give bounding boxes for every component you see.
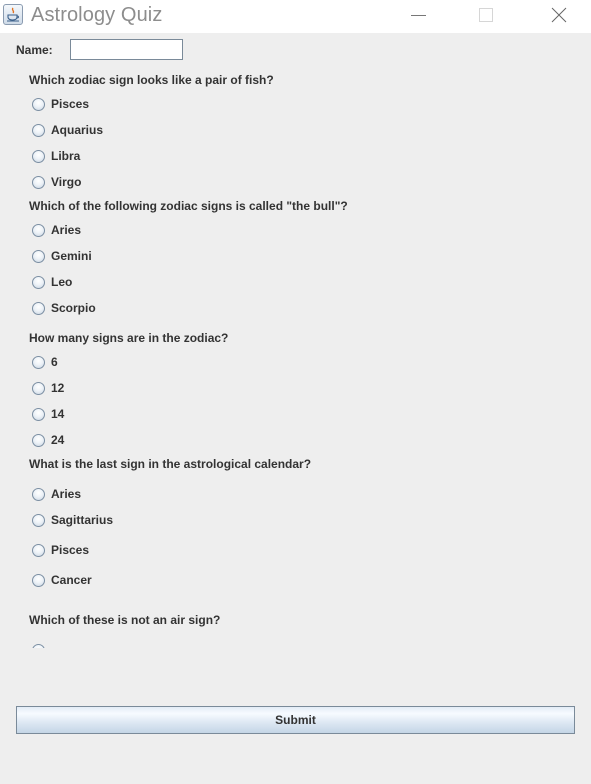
question-3-text: How many signs are in the zodiac?: [29, 331, 229, 345]
radio-button[interactable]: [32, 223, 45, 237]
q3-option-4[interactable]: 24: [32, 430, 64, 450]
radio-button[interactable]: [32, 97, 45, 111]
question-5-text: Which of these is not an air sign?: [29, 613, 221, 627]
radio-button[interactable]: [32, 123, 45, 137]
name-input[interactable]: [70, 39, 183, 60]
radio-button[interactable]: [32, 249, 45, 263]
radio-button[interactable]: [32, 149, 45, 163]
radio-button[interactable]: [32, 355, 45, 369]
window-title: Astrology Quiz: [31, 4, 163, 26]
q2-option-2[interactable]: Gemini: [32, 246, 92, 266]
radio-button[interactable]: [32, 381, 45, 395]
radio-button[interactable]: [32, 543, 45, 557]
q3-option-2[interactable]: 12: [32, 378, 64, 398]
radio-button[interactable]: [32, 407, 45, 421]
q1-option-4[interactable]: Virgo: [32, 172, 81, 192]
name-label: Name:: [16, 43, 53, 57]
q2-option-3[interactable]: Leo: [32, 272, 72, 292]
q4-option-3[interactable]: Pisces: [32, 540, 89, 560]
questions-panel: Which zodiac sign looks like a pair of f…: [0, 66, 591, 648]
q2-option-4[interactable]: Scorpio: [32, 298, 96, 318]
submit-button[interactable]: Submit: [16, 706, 575, 734]
minimize-button[interactable]: [396, 0, 442, 32]
q5-option-1[interactable]: [32, 640, 51, 648]
minimize-icon: [411, 15, 426, 16]
close-icon: [551, 7, 567, 23]
title-bar: Astrology Quiz: [0, 0, 591, 33]
close-button[interactable]: [536, 0, 582, 32]
question-1-text: Which zodiac sign looks like a pair of f…: [29, 73, 274, 87]
question-2-text: Which of the following zodiac signs is c…: [29, 199, 348, 213]
radio-button[interactable]: [32, 513, 45, 527]
maximize-icon: [479, 8, 493, 22]
q4-option-1[interactable]: Aries: [32, 484, 81, 504]
radio-button[interactable]: [32, 175, 45, 189]
q1-option-2[interactable]: Aquarius: [32, 120, 103, 140]
q1-option-3[interactable]: Libra: [32, 146, 80, 166]
q3-option-1[interactable]: 6: [32, 352, 58, 372]
question-4-text: What is the last sign in the astrologica…: [29, 457, 312, 471]
q4-option-2[interactable]: Sagittarius: [32, 510, 113, 530]
radio-button[interactable]: [32, 301, 45, 315]
radio-button[interactable]: [32, 433, 45, 447]
java-cup-icon: [3, 4, 23, 25]
q2-option-1[interactable]: Aries: [32, 220, 81, 240]
radio-button[interactable]: [32, 487, 45, 501]
maximize-button[interactable]: [464, 0, 510, 32]
q4-option-4[interactable]: Cancer: [32, 570, 92, 590]
radio-button[interactable]: [32, 573, 45, 587]
q1-option-1[interactable]: Pisces: [32, 94, 89, 114]
radio-button[interactable]: [32, 275, 45, 289]
radio-button[interactable]: [32, 643, 45, 648]
q3-option-3[interactable]: 14: [32, 404, 64, 424]
